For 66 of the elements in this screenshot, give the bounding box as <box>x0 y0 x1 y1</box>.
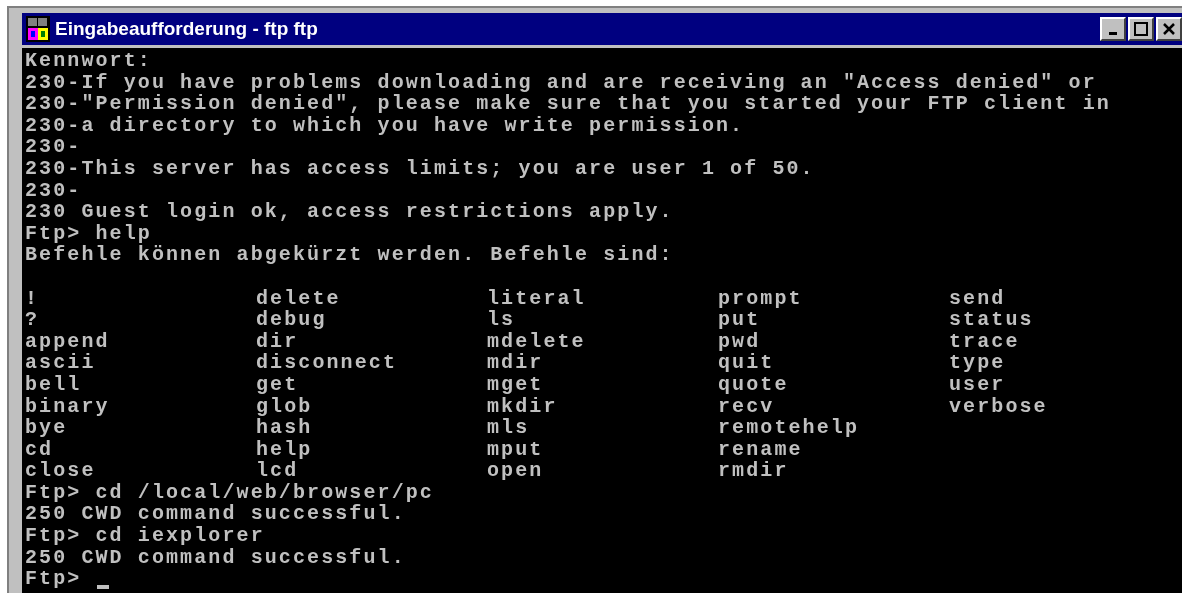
text-cursor <box>97 584 110 589</box>
command-name: open <box>487 460 544 482</box>
command-name: quit <box>718 352 775 374</box>
command-name: ! <box>25 287 40 310</box>
console-line: 250 CWD command successful. <box>25 546 407 569</box>
console-line: 230-a directory to which you have write permission. <box>25 114 746 137</box>
command-name: mkdir <box>487 395 558 418</box>
command-name: mdelete <box>487 330 586 353</box>
prompt: Ftp> <box>25 568 82 590</box>
command-name: get <box>256 373 299 396</box>
command-name: literal <box>487 287 586 310</box>
command-name: close <box>25 460 96 482</box>
command-name: lcd <box>256 460 299 482</box>
command-name: bye <box>25 417 68 439</box>
window-title: Eingabeaufforderung - ftp ftp <box>55 16 319 41</box>
command-name: type <box>949 352 1006 374</box>
command-name: remotehelp <box>718 417 860 439</box>
command-name: pwd <box>718 330 761 353</box>
command-name: dir <box>256 330 299 353</box>
command-name: ls <box>487 309 516 331</box>
command-name: ? <box>25 309 40 331</box>
command-name: help <box>256 438 313 461</box>
command-name: quote <box>718 373 789 396</box>
command-name: verbose <box>949 395 1048 418</box>
command-name: recv <box>718 395 775 418</box>
maximize-icon <box>1134 22 1148 36</box>
command-name: user <box>949 373 1006 396</box>
console-line: 230-This server has access limits; you are user 1 of 50. <box>25 157 816 180</box>
command-name: mget <box>487 373 544 396</box>
command-name: rmdir <box>718 460 789 482</box>
console-line: 230 Guest login ok, access restrictions apply. <box>25 201 675 223</box>
console-line: 230-If you have problems downloading and are receiving an "Access denied" or <box>25 71 1098 94</box>
minimize-icon <box>1109 32 1117 35</box>
close-icon <box>1163 23 1175 35</box>
command-name: binary <box>25 395 110 418</box>
command-name: bell <box>25 373 82 396</box>
command-name: glob <box>256 395 313 418</box>
console-line: Ftp> cd /local/web/browser/pc <box>25 481 435 504</box>
maximize-button[interactable] <box>1128 17 1154 41</box>
console-line: Ftp> help <box>25 222 153 245</box>
command-name: mput <box>487 438 544 461</box>
console-line: 230-"Permission denied", please make sure that you started your FTP client in <box>25 93 1112 115</box>
console-line: 250 CWD command successful. <box>25 503 407 526</box>
console-line: Kennwort: <box>25 50 153 72</box>
command-name: status <box>949 309 1034 331</box>
console-line: 230- <box>25 136 83 158</box>
command-name: trace <box>949 330 1020 353</box>
minimize-button[interactable] <box>1100 17 1126 41</box>
command-name: debug <box>256 309 327 331</box>
command-name: append <box>25 330 110 353</box>
console-line: 230- <box>25 179 83 202</box>
command-name: delete <box>256 287 341 310</box>
console-line: Ftp> cd iexplorer <box>25 525 266 547</box>
command-name: mdir <box>487 352 544 374</box>
command-name: prompt <box>718 287 803 310</box>
command-name: disconnect <box>256 352 398 374</box>
command-name: send <box>949 287 1006 310</box>
close-button[interactable] <box>1156 17 1182 41</box>
command-name: mls <box>487 417 530 439</box>
command-name: put <box>718 309 761 331</box>
command-name: hash <box>256 417 313 439</box>
command-name: cd <box>25 438 54 461</box>
ms-dos-icon <box>26 16 50 42</box>
command-name: ascii <box>25 352 96 374</box>
console-line: Befehle können abgekürzt werden. Befehle sind: <box>25 244 675 266</box>
command-name: rename <box>718 438 803 461</box>
